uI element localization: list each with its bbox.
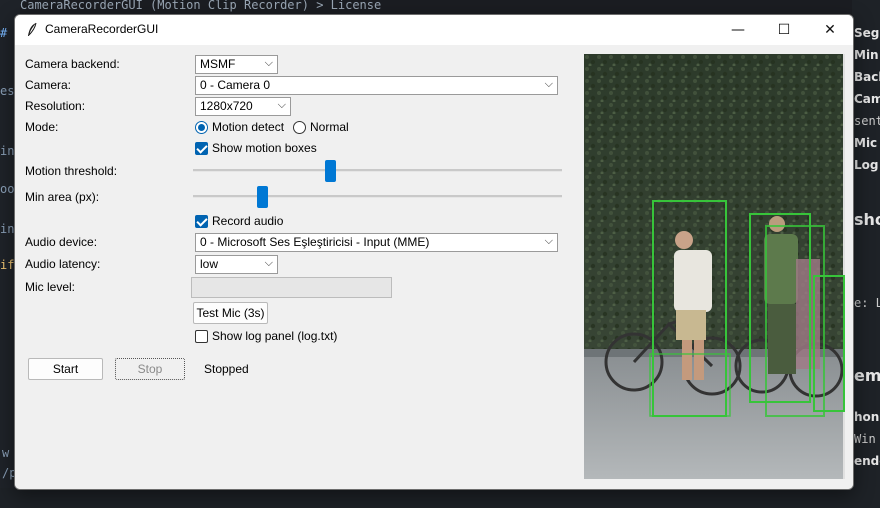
audio-latency-value: low xyxy=(200,257,219,271)
bg-fragment: Back xyxy=(854,70,880,84)
feather-icon xyxy=(28,22,37,36)
camera-preview xyxy=(584,54,845,479)
motion-threshold-label: Motion threshold: xyxy=(25,164,118,178)
chevron-down-icon: ⌵ xyxy=(277,99,286,111)
camera-value: 0 - Camera 0 xyxy=(200,78,271,92)
motion-threshold-track[interactable] xyxy=(193,169,562,172)
close-icon: ✕ xyxy=(824,22,836,38)
mode-motion-radio[interactable] xyxy=(195,121,208,134)
chevron-down-icon: ⌵ xyxy=(264,57,273,69)
start-label: Start xyxy=(52,362,79,376)
resolution-select[interactable]: 1280x720 ⌵ xyxy=(195,97,291,116)
mode-motion-label: Motion detect xyxy=(212,120,285,134)
min-area-slider-thumb[interactable] xyxy=(257,186,269,208)
minimize-button[interactable]: — xyxy=(715,15,761,45)
app-window: CameraRecorderGUI — ☐ ✕ Camera backend: … xyxy=(14,14,854,490)
camera-select[interactable]: 0 - Camera 0 ⌵ xyxy=(195,76,558,95)
title-bar[interactable]: CameraRecorderGUI — ☐ ✕ xyxy=(15,15,853,45)
chevron-down-icon: ⌵ xyxy=(544,78,553,90)
show-log-checkbox[interactable] xyxy=(195,330,208,343)
bg-fragment: Mic xyxy=(854,136,878,150)
maximize-button[interactable]: ☐ xyxy=(761,15,807,45)
background-editor-bottom xyxy=(0,488,880,508)
bg-fragment: Min xyxy=(854,48,879,62)
record-audio-label: Record audio xyxy=(212,214,284,228)
motion-threshold-slider-thumb[interactable] xyxy=(325,160,337,182)
close-button[interactable]: ✕ xyxy=(807,15,853,45)
camera-label: Camera: xyxy=(25,78,72,92)
test-mic-button[interactable]: Test Mic (3s) xyxy=(193,302,268,324)
start-button[interactable]: Start xyxy=(28,358,103,380)
main-panel: Camera backend: MSMF ⌵ Camera: 0 - Camer… xyxy=(15,45,853,489)
background-breadcrumb: CameraRecorderGUI (Motion Clip Recorder)… xyxy=(20,0,382,12)
bg-fragment: Win xyxy=(854,432,876,446)
bg-fragment: Segr xyxy=(854,26,880,40)
show-boxes-label: Show motion boxes xyxy=(212,141,317,155)
bg-fragment: e: Liv xyxy=(854,296,880,310)
bg-fragment: ende xyxy=(854,454,880,468)
audio-device-label: Audio device: xyxy=(25,235,98,249)
bg-fragment: sent xyxy=(854,114,880,128)
test-mic-label: Test Mic (3s) xyxy=(196,306,265,320)
bg-fragment: hon xyxy=(854,410,880,424)
bg-fragment: Cam xyxy=(854,92,880,106)
show-boxes-checkbox[interactable] xyxy=(195,142,208,155)
backend-select[interactable]: MSMF ⌵ xyxy=(195,55,278,74)
background-editor-top: CameraRecorderGUI (Motion Clip Recorder)… xyxy=(0,0,880,14)
backend-label: Camera backend: xyxy=(25,57,120,71)
mode-normal-radio[interactable] xyxy=(293,121,306,134)
resolution-value: 1280x720 xyxy=(200,99,253,113)
mode-label: Mode: xyxy=(25,120,59,134)
min-area-track[interactable] xyxy=(193,195,562,198)
status-text: Stopped xyxy=(204,362,249,376)
bg-fragment: w xyxy=(2,446,10,460)
bg-fragment: em xyxy=(854,366,880,385)
mode-normal-label: Normal xyxy=(310,120,349,134)
min-area-label: Min area (px): xyxy=(25,190,100,204)
chevron-down-icon: ⌵ xyxy=(544,235,553,247)
window-title: CameraRecorderGUI xyxy=(45,22,159,36)
stop-button[interactable]: Stop xyxy=(115,358,185,380)
backend-value: MSMF xyxy=(200,57,236,71)
audio-device-select[interactable]: 0 - Microsoft Ses Eşleştiricisi - Input … xyxy=(195,233,558,252)
chevron-down-icon: ⌵ xyxy=(264,257,273,269)
audio-latency-label: Audio latency: xyxy=(25,257,101,271)
mic-level-meter xyxy=(191,277,392,298)
show-log-label: Show log panel (log.txt) xyxy=(212,329,338,343)
mic-level-label: Mic level: xyxy=(25,280,76,294)
bg-fragment: Log xyxy=(854,158,879,172)
stop-label: Stop xyxy=(137,362,163,376)
camera-preview-frame xyxy=(584,54,845,479)
bg-fragment: sho xyxy=(854,210,880,229)
resolution-label: Resolution: xyxy=(25,99,86,113)
record-audio-checkbox[interactable] xyxy=(195,215,208,228)
audio-latency-select[interactable]: low ⌵ xyxy=(195,255,278,274)
maximize-icon: ☐ xyxy=(777,22,791,38)
minimize-icon: — xyxy=(731,22,745,38)
audio-device-value: 0 - Microsoft Ses Eşleştiricisi - Input … xyxy=(200,235,430,249)
